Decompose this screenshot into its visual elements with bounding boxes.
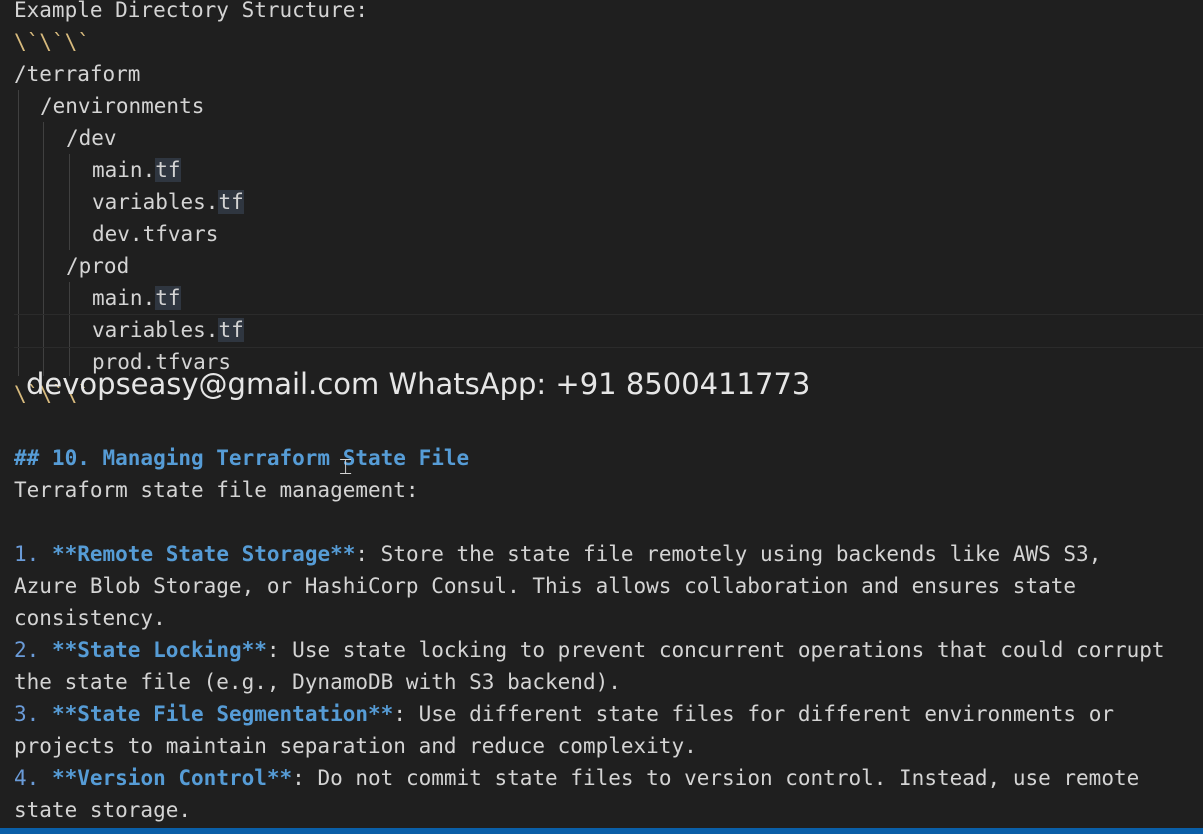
code-fence-open: \`\`\`	[14, 30, 90, 54]
bold-term: **State File Segmentation**	[51, 702, 394, 726]
text-cursor-icon: ⌶	[339, 455, 353, 480]
contact-watermark: devopseasy@gmail.com WhatsApp: +91 85004…	[26, 367, 811, 401]
status-bar	[0, 828, 1203, 834]
list-item: 4. **Version Control**: Do not commit st…	[14, 762, 1139, 794]
tree-environments: /environments	[40, 94, 205, 118]
list-text: : Use state locking to prevent concurren…	[266, 638, 1165, 662]
tree-dev-tfvars: dev.tfvars	[92, 222, 219, 246]
file-base: variables.	[92, 318, 219, 342]
list-item-continuation: projects to maintain separation and redu…	[14, 734, 697, 758]
bold-term: **Version Control**	[51, 766, 293, 790]
match-highlight: tf	[155, 158, 181, 182]
file-base: main.	[92, 158, 156, 182]
bold-term: **Remote State Storage**	[51, 542, 356, 566]
list-item: 3. **State File Segmentation**: Use diff…	[14, 698, 1114, 730]
list-text: : Store the state file remotely using ba…	[355, 542, 1102, 566]
list-number: 2.	[14, 638, 40, 662]
tree-root: /terraform	[14, 62, 141, 86]
tree-prod-main: main.tf	[92, 282, 181, 314]
bold-term: **State Locking**	[51, 638, 267, 662]
list-number: 4.	[14, 766, 40, 790]
tree-dev-main: main.tf	[92, 154, 181, 186]
tree-prod-variables: variables.tf	[92, 314, 244, 346]
list-number: 3.	[14, 702, 40, 726]
list-text: : Use different state files for differen…	[393, 702, 1114, 726]
match-highlight: tf	[218, 318, 244, 342]
file-base: main.	[92, 286, 156, 310]
list-item-continuation: the state file (e.g., DynamoDB with S3 b…	[14, 670, 621, 694]
tree-dev-variables: variables.tf	[92, 186, 244, 218]
intro-text: Terraform state file management:	[14, 478, 419, 502]
editor-area[interactable]: Example Directory Structure: \`\`\` /ter…	[0, 0, 1203, 828]
directory-heading: Example Directory Structure:	[14, 0, 369, 22]
indent-guide	[69, 154, 70, 250]
list-text: : Do not commit state files to version c…	[292, 766, 1140, 790]
match-highlight: tf	[218, 190, 244, 214]
list-item-continuation: Azure Blob Storage, or HashiCorp Consul.…	[14, 574, 1077, 598]
tree-prod: /prod	[66, 254, 130, 278]
tree-dev: /dev	[66, 126, 117, 150]
file-base: variables.	[92, 190, 219, 214]
list-item-continuation: consistency.	[14, 606, 166, 630]
section-heading: ## 10. Managing Terraform State File	[14, 446, 470, 470]
list-number: 1.	[14, 542, 40, 566]
list-item: 2. **State Locking**: Use state locking …	[14, 634, 1165, 666]
list-item-continuation: state storage.	[14, 798, 192, 822]
list-item: 1. **Remote State Storage**: Store the s…	[14, 538, 1101, 570]
match-highlight: tf	[155, 286, 181, 310]
